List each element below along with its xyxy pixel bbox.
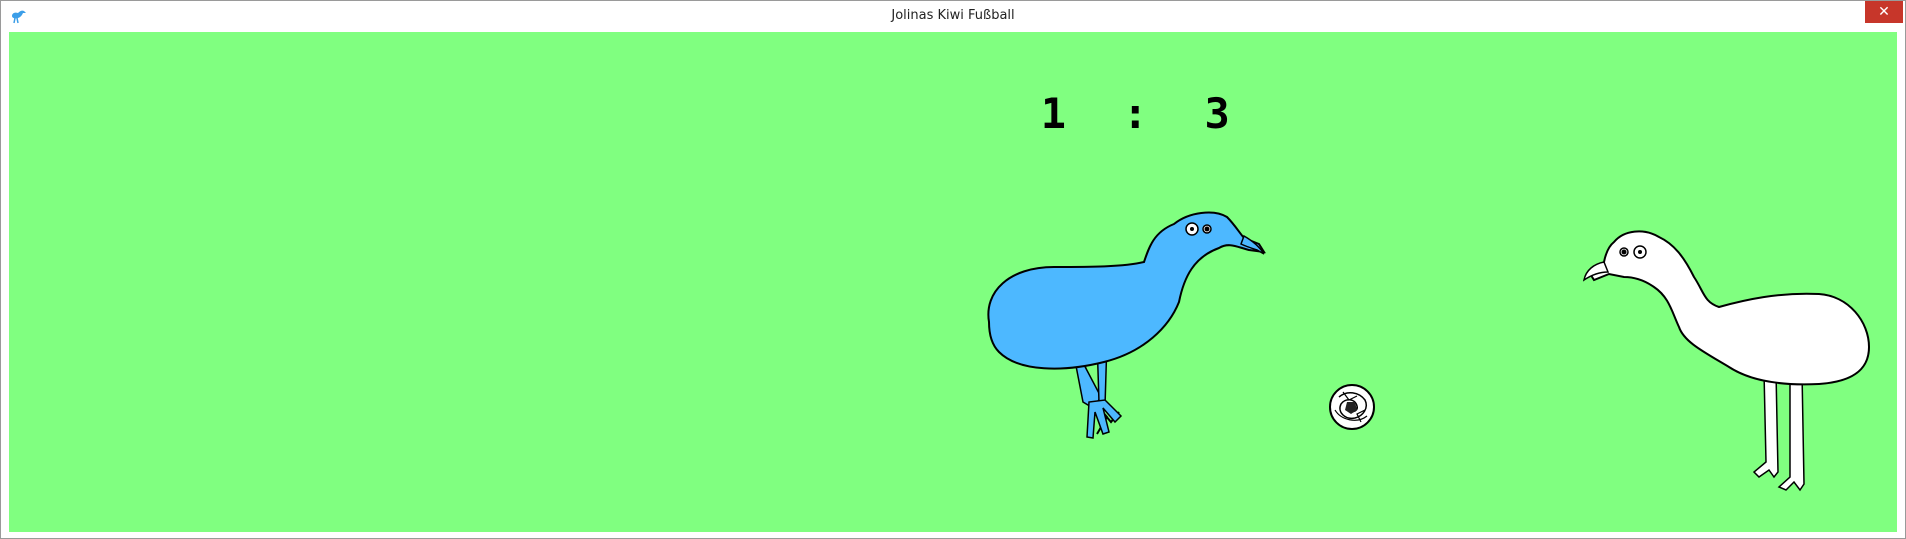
window-title: Jolinas Kiwi Fußball <box>891 8 1015 23</box>
title-bar[interactable]: Jolinas Kiwi Fußball ✕ <box>1 1 1905 31</box>
game-window: Jolinas Kiwi Fußball ✕ 1 : 3 <box>0 0 1906 539</box>
close-button[interactable]: ✕ <box>1865 1 1903 23</box>
score-separator: : <box>1122 89 1150 138</box>
white-kiwi-player[interactable] <box>1564 230 1894 532</box>
score-right: 3 <box>1204 89 1232 138</box>
blue-kiwi-player[interactable] <box>979 211 1309 452</box>
soccer-field: 1 : 3 <box>9 32 1897 532</box>
soccer-ball[interactable] <box>1327 382 1377 432</box>
score-left: 1 <box>1040 89 1069 138</box>
scoreboard: 1 : 3 <box>877 40 1230 187</box>
